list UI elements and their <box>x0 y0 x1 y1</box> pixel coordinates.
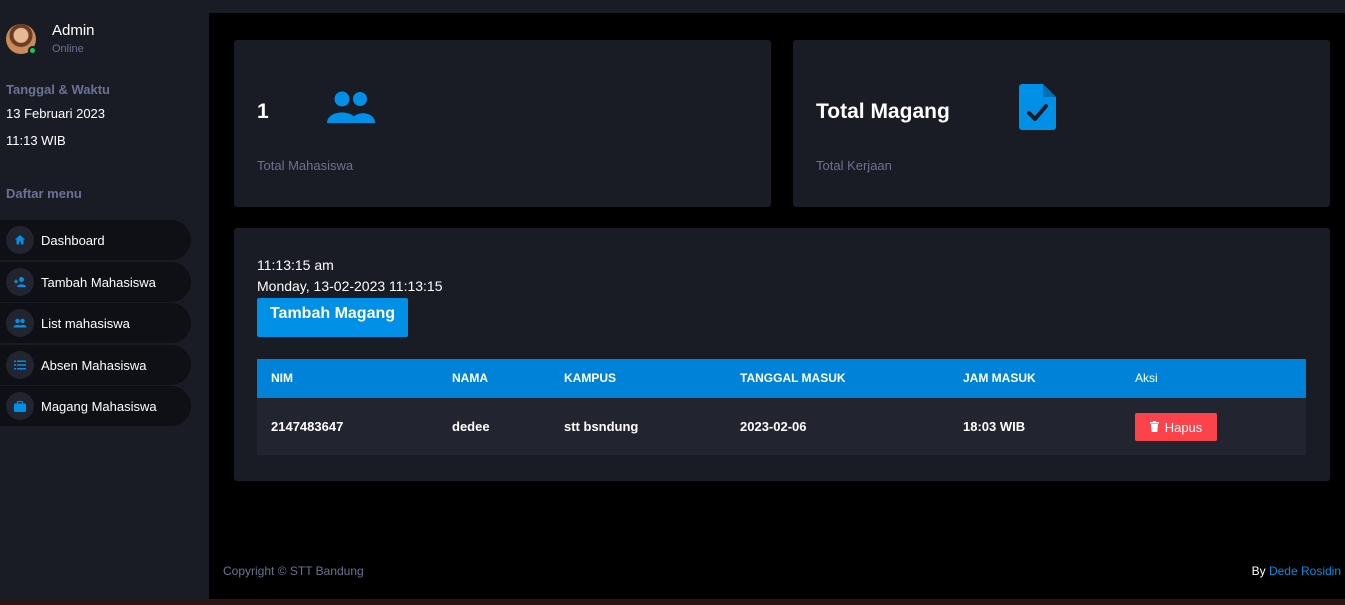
column-header-aksi: Aksi <box>1135 371 1158 385</box>
cell-nama: dedee <box>452 419 490 434</box>
file-check-icon <box>1019 84 1056 135</box>
date-line: Monday, 13-02-2023 11:13:15 <box>257 278 443 294</box>
credit-prefix: By <box>1251 564 1266 578</box>
sidebar-time: 11:13 WIB <box>6 133 66 148</box>
sidebar-date: 13 Februari 2023 <box>6 106 106 121</box>
stat-label: Total Mahasiswa <box>257 158 354 173</box>
column-header-tanggal-masuk[interactable]: TANGGAL MASUK <box>740 371 846 385</box>
bottom-strip <box>0 599 1345 605</box>
users-icon <box>6 309 34 337</box>
column-header-nim[interactable]: NIM <box>271 371 293 385</box>
table-header: NIM NAMA KAMPUS TANGGAL MASUK JAM MASUK … <box>257 359 1306 398</box>
list-icon <box>6 351 34 379</box>
profile-name: Admin <box>52 22 95 39</box>
tambah-magang-button[interactable]: Tambah Magang <box>257 298 408 337</box>
cell-tanggal-masuk: 2023-02-06 <box>740 419 807 434</box>
magang-panel: 11:13:15 am Monday, 13-02-2023 11:13:15 … <box>234 228 1330 481</box>
live-clock: 11:13:15 am <box>257 257 334 273</box>
briefcase-icon <box>6 392 34 420</box>
sidebar-item-label: List mahasiswa <box>41 315 130 331</box>
cell-jam-masuk: 18:03 WIB <box>963 419 1026 434</box>
hapus-button[interactable]: Hapus <box>1135 413 1217 441</box>
column-header-kampus[interactable]: KAMPUS <box>564 371 616 385</box>
footer-credit: By Dede Rosidin <box>1252 564 1341 578</box>
magang-table: NIM NAMA KAMPUS TANGGAL MASUK JAM MASUK … <box>257 359 1306 455</box>
profile-status: Online <box>52 43 84 55</box>
sidebar-item-label: Dashboard <box>41 232 105 248</box>
sidebar-item-list-mahasiswa[interactable]: List mahasiswa <box>0 303 191 343</box>
stat-card-magang: Total Magang Total Kerjaan <box>793 40 1330 207</box>
hapus-label: Hapus <box>1164 419 1203 435</box>
cell-kampus: stt bsndung <box>564 419 639 434</box>
sidebar-item-tambah-mahasiswa[interactable]: Tambah Mahasiswa <box>0 262 191 302</box>
sidebar: Admin Online Tanggal & Waktu 13 Februari… <box>0 0 209 600</box>
trash-icon <box>1149 420 1159 435</box>
copyright-text: Copyright © STT Bandung <box>223 564 364 578</box>
column-header-nama[interactable]: NAMA <box>452 371 488 385</box>
stat-value: 1 <box>257 100 269 123</box>
sidebar-item-magang-mahasiswa[interactable]: Magang Mahasiswa <box>0 386 191 426</box>
users-icon <box>325 90 376 129</box>
home-icon <box>6 226 34 254</box>
sidebar-item-absen-mahasiswa[interactable]: Absen Mahasiswa <box>0 345 191 385</box>
column-header-jam-masuk[interactable]: JAM MASUK <box>963 371 1036 385</box>
sidebar-item-label: Magang Mahasiswa <box>41 398 157 414</box>
stat-value: Total Magang <box>816 100 950 123</box>
table-row: 2147483647 dedee stt bsndung 2023-02-06 … <box>257 398 1306 455</box>
author-link[interactable]: Dede Rosidin <box>1269 564 1341 578</box>
sidebar-item-label: Tambah Mahasiswa <box>41 274 156 290</box>
menu-heading: Daftar menu <box>6 186 82 201</box>
stat-card-mahasiswa: 1 Total Mahasiswa <box>234 40 771 207</box>
cell-nim: 2147483647 <box>271 419 344 434</box>
datetime-heading: Tanggal & Waktu <box>6 82 110 97</box>
sidebar-item-label: Absen Mahasiswa <box>41 357 147 373</box>
online-indicator <box>28 46 37 55</box>
sidebar-item-dashboard[interactable]: Dashboard <box>0 220 191 260</box>
user-plus-icon <box>6 268 34 296</box>
stat-label: Total Kerjaan <box>816 158 892 173</box>
